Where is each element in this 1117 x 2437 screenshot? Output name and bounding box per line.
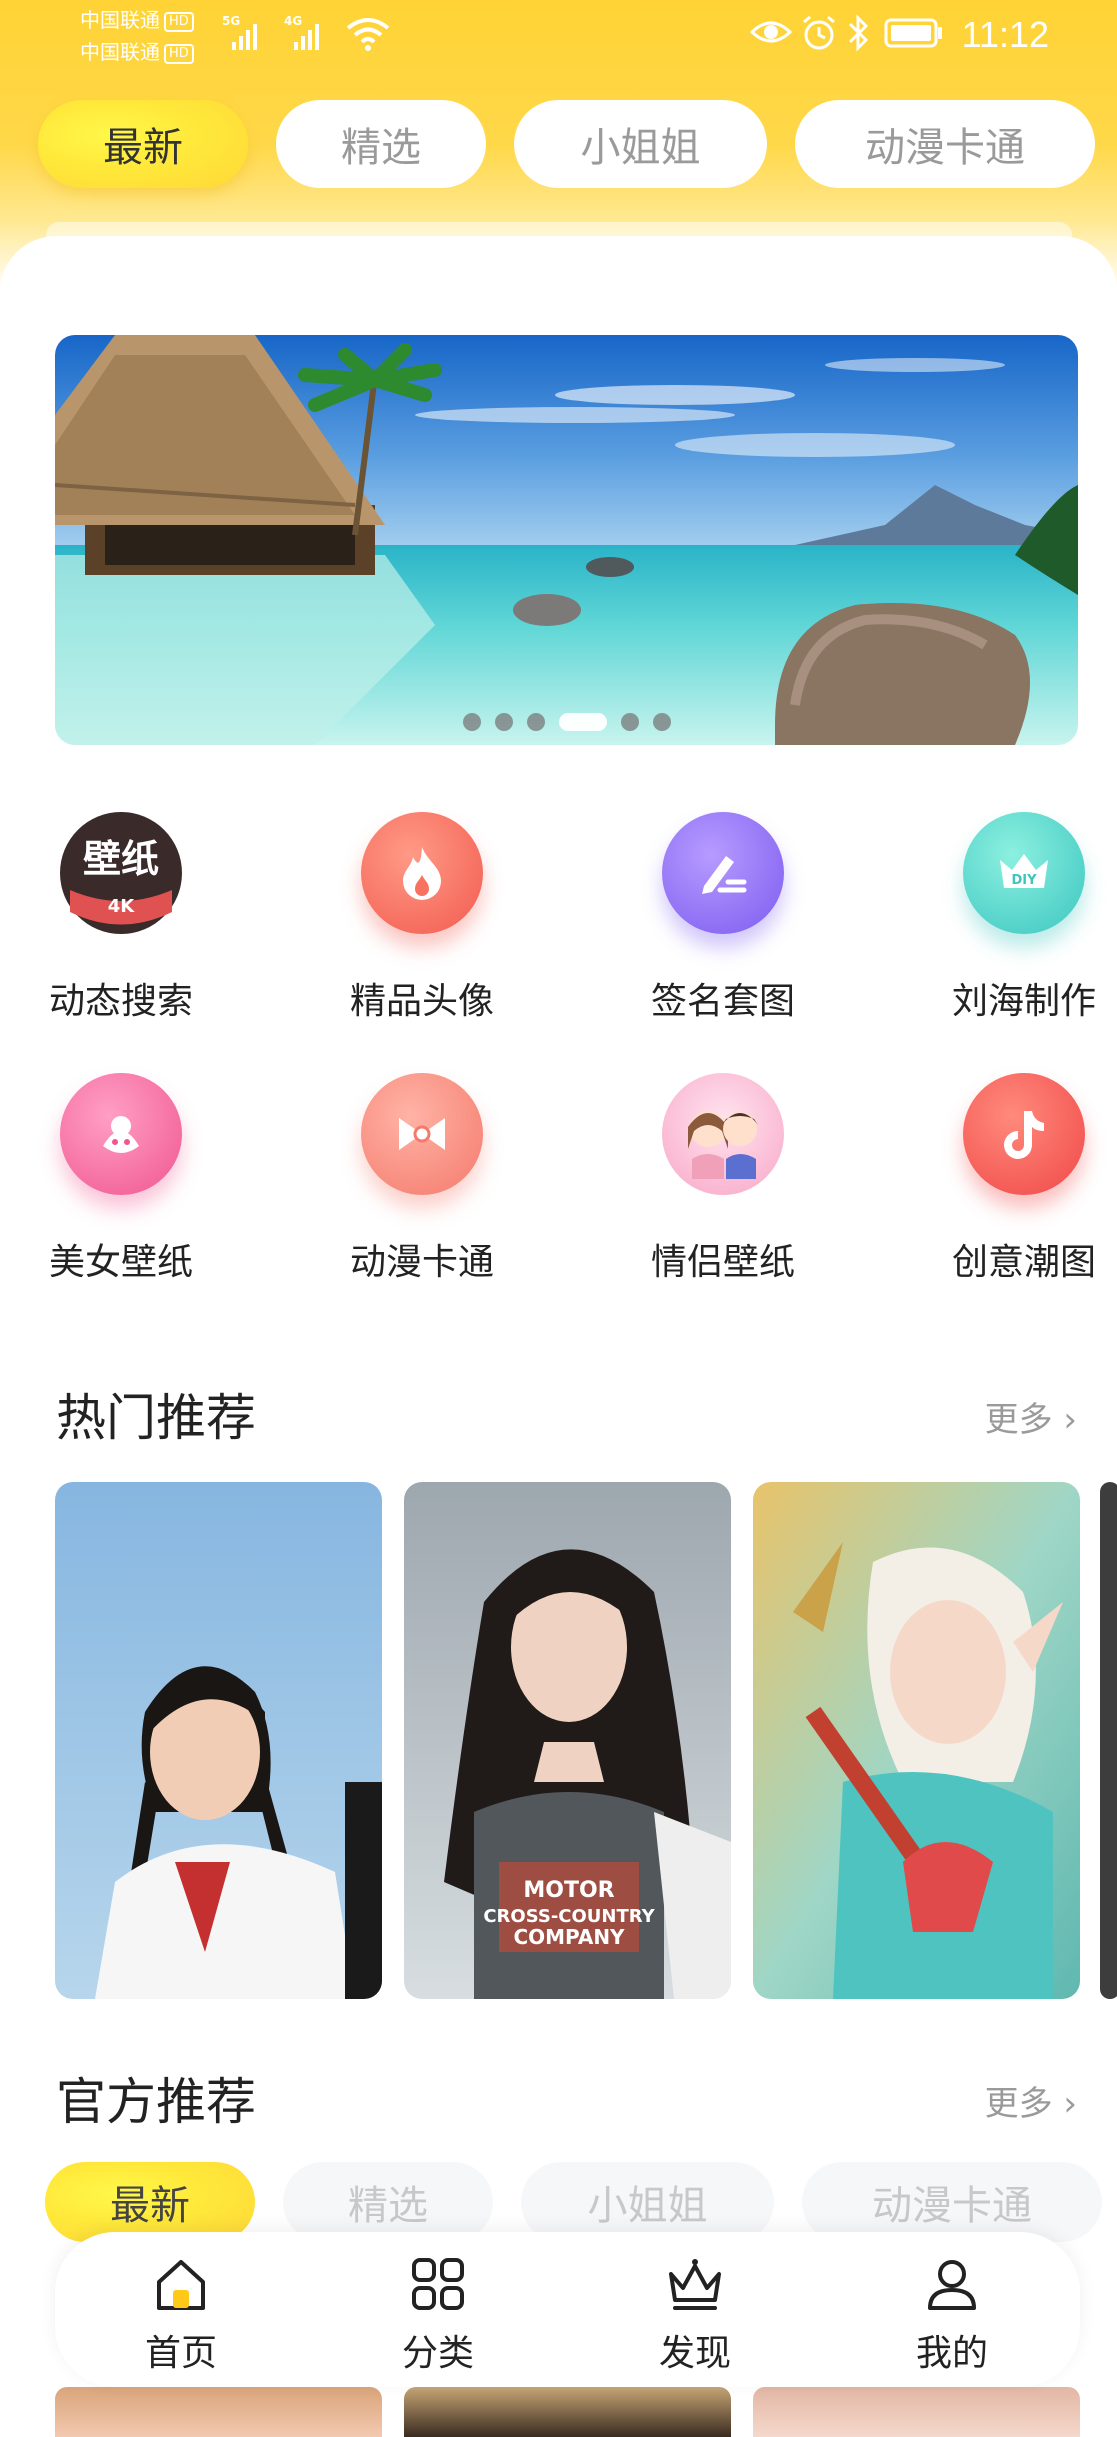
tiktok-note-icon [963,1073,1085,1195]
alarm-icon [803,15,835,50]
status-bar: 中国联通 HD 中国联通 HD 5G 4G 11:12 [0,0,1117,70]
girl-face-icon [60,1073,182,1195]
signal-4g-icon: 4G [284,14,324,50]
official-section-title: 官方推荐 [56,2073,256,2131]
wallpaper-4k-icon: 壁纸 4K [60,812,182,934]
nav-label: 分类 [401,2333,474,2374]
hot-more-link[interactable]: 更多 › [985,1392,1077,1441]
signal-5g-icon: 5G [222,14,262,50]
svg-text:壁纸: 壁纸 [83,837,159,881]
tab-latest[interactable]: 最新 [38,100,248,188]
carousel-dot[interactable] [620,713,639,731]
crown-discover-icon [669,2259,721,2310]
hot-card-3[interactable] [753,1482,1080,1999]
diy-crown-icon: DIY [963,812,1085,934]
carousel-indicator [55,713,1078,731]
subtab-featured[interactable]: 精选 [283,2162,493,2242]
grid-label: 动漫卡通 [349,1242,494,1283]
grid-dynamic-search[interactable]: 壁纸 4K 动态搜索 [1,812,241,1032]
grid-signature-set[interactable]: 签名套图 [603,812,843,1032]
tab-anime[interactable]: 动漫卡通 [795,100,1095,188]
tab-featured[interactable]: 精选 [276,100,486,188]
nav-label: 首页 [144,2333,217,2374]
tab-girls[interactable]: 小姐姐 [514,100,767,188]
grid-beauty-wallpaper[interactable]: 美女壁纸 [1,1073,241,1293]
subtab-latest[interactable]: 最新 [45,2162,255,2242]
wifi-icon [346,18,390,51]
hot-card-4-peek[interactable] [1100,1482,1117,1999]
nav-discover[interactable]: 发现 [615,2254,775,2374]
official-card-peek-3[interactable] [753,2387,1080,2437]
carrier-1: 中国联通 HD [80,8,194,32]
nav-home[interactable]: 首页 [101,2254,261,2374]
official-card-peek-2[interactable] [404,2387,731,2437]
grid-notch-maker[interactable]: DIY 刘海制作 [904,812,1117,1032]
carrier-2: 中国联通 HD [80,40,194,64]
grid-label: 签名套图 [650,981,795,1022]
flame-icon [361,812,483,934]
app-screen: 中国联通 HD 中国联通 HD 5G 4G 11:12 最新 精选 小姐姐 动漫… [0,0,1117,2437]
nav-label: 发现 [658,2333,731,2374]
subtab-anime[interactable]: 动漫卡通 [802,2162,1102,2242]
hot-section-title: 热门推荐 [56,1389,256,1447]
banner-image [55,335,1078,745]
clock: 11:12 [961,14,1049,55]
grid-label: 精品头像 [349,981,494,1022]
card-image: MOTOR CROSS-COUNTRY COMPANY [404,1482,731,1999]
grid-label: 创意潮图 [951,1242,1096,1283]
nav-category[interactable]: 分类 [358,2254,518,2374]
grid-label: 情侣壁纸 [650,1242,795,1283]
subtab-girls[interactable]: 小姐姐 [521,2162,774,2242]
grid-anime-cartoon[interactable]: 动漫卡通 [302,1073,542,1293]
official-more-link[interactable]: 更多 › [985,2076,1077,2125]
svg-text:CROSS-COUNTRY: CROSS-COUNTRY [483,1906,655,1927]
svg-text:COMPANY: COMPANY [513,1925,625,1949]
hot-card-1[interactable] [55,1482,382,1999]
bottom-nav: 首页 分类 发现 我的 [55,2232,1080,2387]
grid-label: 刘海制作 [951,981,1096,1022]
bow-icon [361,1073,483,1195]
carousel-dot[interactable] [494,713,513,731]
grid-premium-avatar[interactable]: 精品头像 [302,812,542,1032]
chevron-right-icon: › [1063,2084,1077,2124]
grid-label: 动态搜索 [48,981,193,1022]
battery-icon [884,18,942,48]
nav-label: 我的 [915,2333,988,2374]
home-icon [157,2260,205,2310]
profile-icon [928,2260,976,2310]
category-grid-icon [412,2258,464,2310]
grid-label: 美女壁纸 [48,1242,193,1283]
carousel-dot-active[interactable] [558,713,607,731]
grid-creative-trend[interactable]: 创意潮图 [904,1073,1117,1293]
hot-card-2[interactable]: MOTOR CROSS-COUNTRY COMPANY [404,1482,731,1999]
card-image [753,1482,1080,1999]
eye-icon [750,21,792,43]
svg-text:MOTOR: MOTOR [523,1878,614,1903]
chevron-right-icon: › [1063,1400,1077,1440]
signature-pen-icon [662,812,784,934]
carousel-dot[interactable] [652,713,671,731]
bluetooth-icon [848,14,869,52]
svg-text:4K: 4K [108,896,136,917]
banner-carousel[interactable] [55,335,1078,745]
carousel-dot[interactable] [526,713,545,731]
grid-couple-wallpaper[interactable]: 情侣壁纸 [603,1073,843,1293]
official-card-peek-1[interactable] [55,2387,382,2437]
svg-text:DIY: DIY [1011,873,1037,888]
card-image [55,1482,382,1999]
nav-profile[interactable]: 我的 [872,2254,1032,2374]
couple-icon [662,1073,784,1195]
carousel-dot[interactable] [462,713,481,731]
